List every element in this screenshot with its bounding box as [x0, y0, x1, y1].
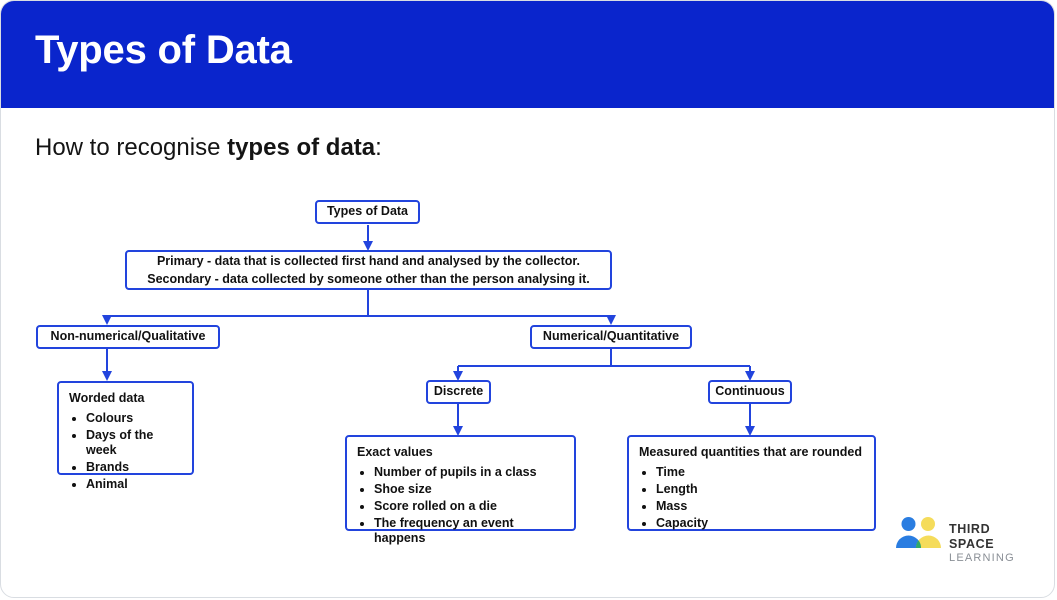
node-continuous[interactable]: Continuous	[708, 380, 792, 404]
node-primary-line: Primary - data that is collected first h…	[156, 253, 581, 268]
slide-card: Types of Data How to recognise types of …	[0, 0, 1055, 598]
node-quantitative[interactable]: Numerical/Quantitative	[530, 325, 692, 349]
node-worded-data[interactable]: Worded data Colours Days of the week Bra…	[57, 381, 194, 491]
node-discrete[interactable]: Discrete	[426, 380, 491, 404]
node-continuous-label: Continuous	[715, 384, 785, 399]
brand-logo-line1: THIRD SPACE	[949, 522, 995, 551]
node-types-of-data-label: Types of Data	[326, 204, 409, 219]
node-measured-quantities-list: Time Length Mass Capacity	[639, 465, 864, 531]
node-measured-quantities[interactable]: Measured quantities that are rounded Tim…	[627, 435, 876, 531]
node-exact-values[interactable]: Exact values Number of pupils in a class…	[345, 435, 576, 545]
list-item: Animal	[86, 477, 182, 492]
node-exact-values-list: Number of pupils in a class Shoe size Sc…	[357, 465, 564, 546]
node-qualitative-label: Non-numerical/Qualitative	[50, 329, 206, 344]
node-secondary-line: Secondary - data collected by someone ot…	[147, 272, 590, 286]
page-title: Types of Data	[35, 28, 292, 72]
list-item: Length	[656, 482, 864, 497]
brand-logo-text: THIRD SPACE LEARNING	[949, 522, 1039, 564]
node-primary-secondary[interactable]: Primary - data that is collected first h…	[125, 250, 612, 290]
node-discrete-label: Discrete	[433, 384, 484, 399]
list-item: The frequency an event happens	[374, 516, 564, 547]
node-exact-values-heading: Exact values	[357, 445, 433, 459]
brand-logo-line2: LEARNING	[949, 551, 1015, 564]
subtitle-prefix: How to recognise	[35, 134, 228, 161]
list-item: Brands	[86, 460, 182, 475]
list-item: Time	[656, 465, 864, 480]
list-item: Mass	[656, 499, 864, 514]
subtitle: How to recognise types of data:	[35, 134, 382, 162]
list-item: Score rolled on a die	[374, 499, 564, 514]
list-item: Colours	[86, 411, 182, 426]
third-space-learning-mark-icon	[896, 517, 941, 548]
node-worded-data-list: Colours Days of the week Brands Animal	[69, 411, 182, 492]
brand-logo: THIRD SPACE LEARNING	[894, 516, 1039, 564]
node-types-of-data[interactable]: Types of Data	[315, 200, 420, 224]
header-bar: Types of Data	[1, 1, 1054, 108]
subtitle-emphasis: types of data	[227, 134, 376, 161]
subtitle-suffix: :	[375, 134, 382, 161]
list-item: Shoe size	[374, 482, 564, 497]
list-item: Number of pupils in a class	[374, 465, 564, 480]
node-measured-quantities-heading: Measured quantities that are rounded	[639, 445, 862, 459]
node-worded-data-heading: Worded data	[69, 391, 145, 405]
list-item: Days of the week	[86, 428, 182, 459]
node-qualitative[interactable]: Non-numerical/Qualitative	[36, 325, 220, 349]
list-item: Capacity	[656, 516, 864, 531]
node-quantitative-label: Numerical/Quantitative	[542, 329, 680, 344]
